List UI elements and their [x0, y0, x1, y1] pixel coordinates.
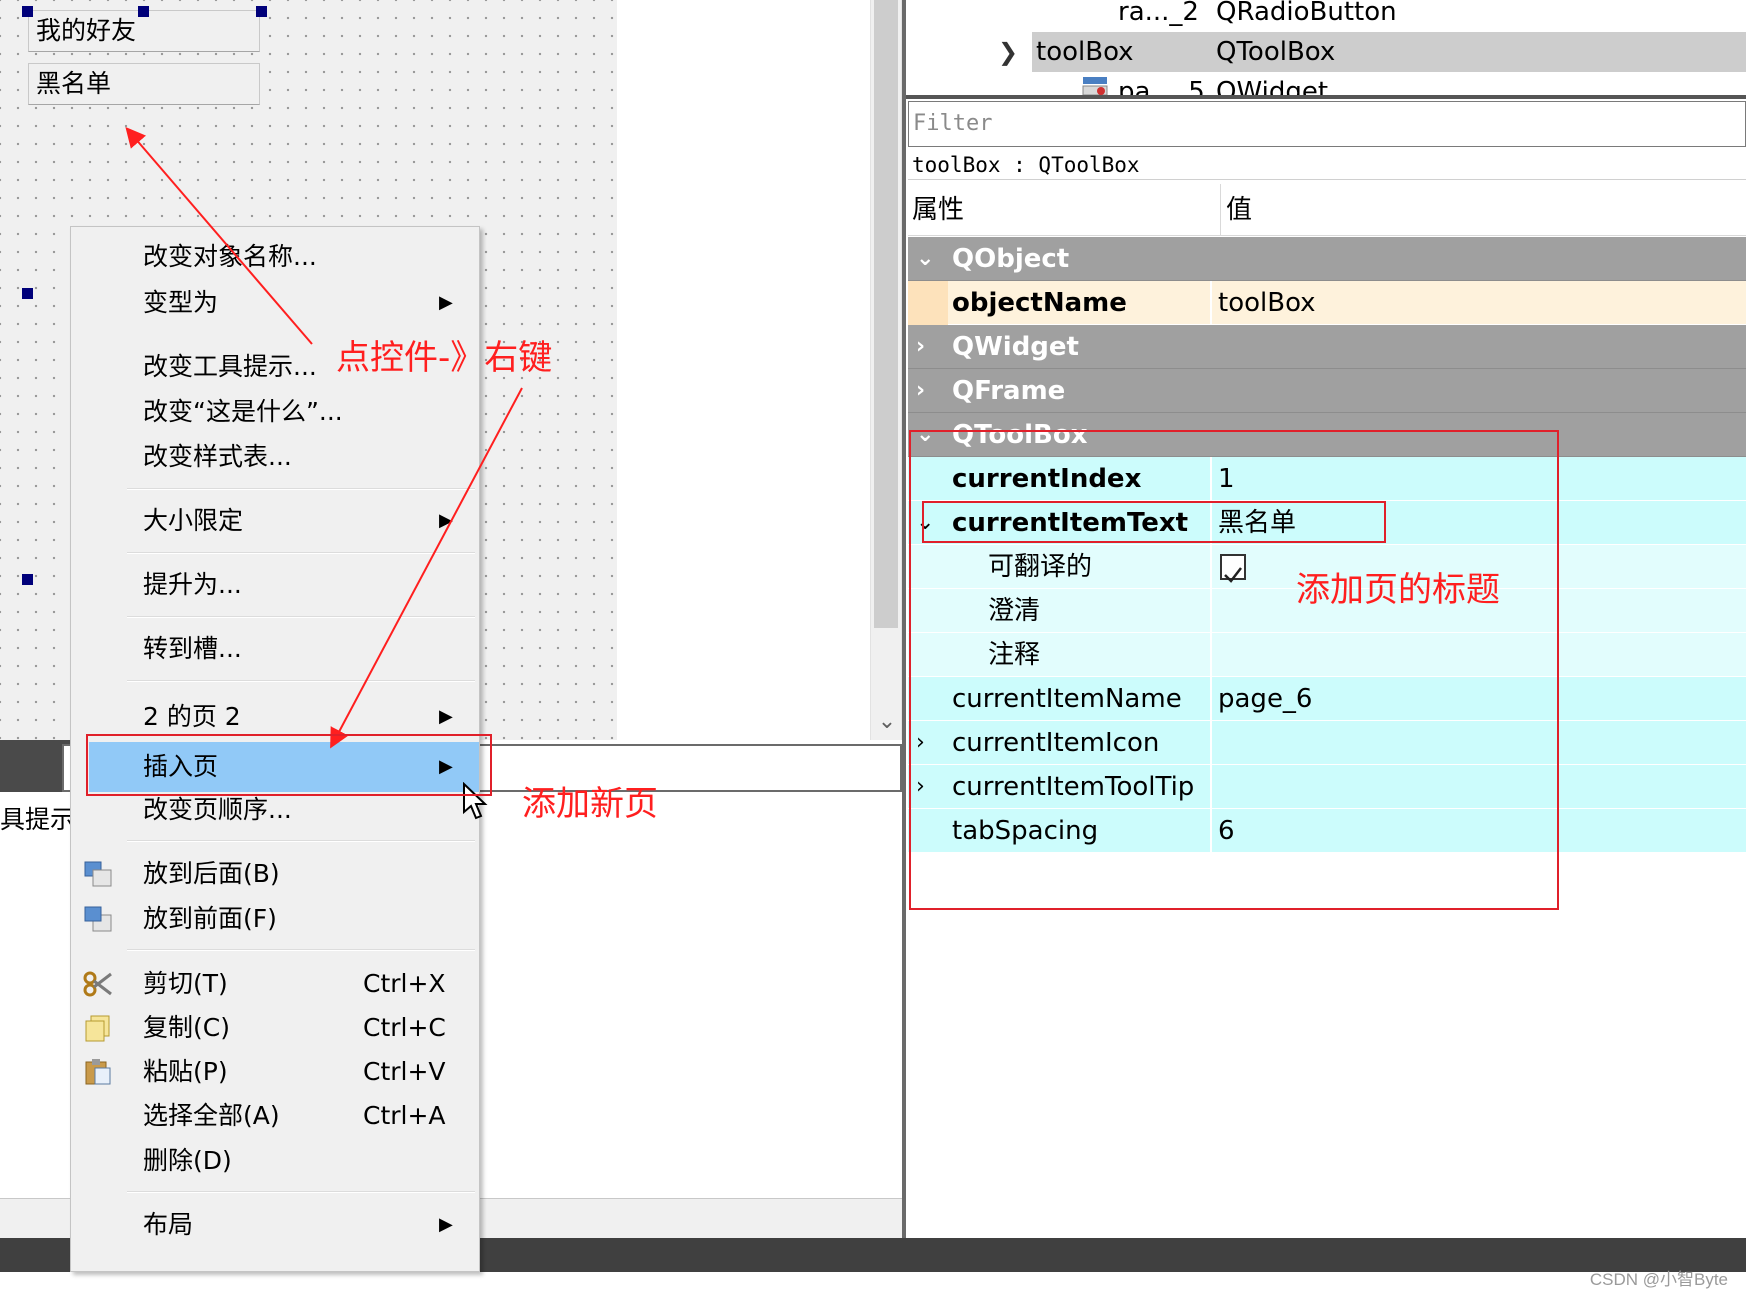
object-inspector-row[interactable]: ra..._2	[1118, 0, 1199, 32]
menu-item-paste[interactable]: 粘贴(P) Ctrl+V	[71, 1049, 479, 1095]
menu-item-label: 删除(D)	[143, 1146, 232, 1175]
menu-item-size-constraints[interactable]: 大小限定 ▶	[71, 498, 479, 544]
menu-item-change-object-name[interactable]: 改变对象名称...	[71, 234, 479, 280]
menu-separator	[127, 949, 475, 951]
menu-item-go-to-slot[interactable]: 转到槽...	[71, 626, 479, 672]
menu-item-promote-to[interactable]: 提升为...	[71, 562, 479, 608]
annotation-box-insert-page	[86, 734, 492, 796]
menu-item-label: 大小限定	[143, 506, 244, 535]
scissors-icon	[83, 971, 112, 997]
menu-item-label: 改变对象名称...	[143, 242, 317, 271]
watermark: CSDN @小智Byte	[1589, 1270, 1728, 1289]
menu-item-label: 变型为	[143, 288, 219, 317]
menu-item-select-all[interactable]: 选择全部(A) Ctrl+A	[71, 1093, 479, 1139]
menu-separator	[127, 488, 475, 490]
chevron-right-icon[interactable]: ›	[916, 369, 925, 413]
menu-item-copy[interactable]: 复制(C) Ctrl+C	[71, 1005, 479, 1051]
menu-item-label: 布局	[143, 1210, 194, 1239]
object-class: QToolBox	[1216, 37, 1336, 67]
selection-handle[interactable]	[138, 6, 149, 17]
bring-to-front-icon	[84, 906, 112, 932]
group-label: QFrame	[952, 376, 1066, 406]
chevron-right-icon: ▶	[439, 1214, 453, 1235]
vertical-scrollbar[interactable]: ⌄	[870, 0, 902, 740]
tooltip-label: 具提示	[0, 805, 76, 834]
menu-item-shortcut: Ctrl+C	[363, 1013, 446, 1042]
canvas-margin	[617, 0, 870, 740]
menu-separator	[127, 616, 475, 618]
menu-item-label: 转到槽...	[143, 634, 242, 663]
annotation-right-click: 点控件-》右键	[336, 338, 553, 378]
row-gutter	[908, 281, 948, 325]
object-inspector-selected-row[interactable]	[1032, 32, 1746, 72]
menu-separator	[127, 552, 475, 554]
send-to-back-icon	[84, 861, 112, 887]
group-qwidget[interactable]: › QWidget	[908, 325, 1746, 369]
menu-item-label: 选择全部(A)	[143, 1101, 280, 1130]
header-value[interactable]: 值	[1226, 184, 1252, 236]
menu-item-label: 粘贴(P)	[143, 1057, 228, 1086]
menu-item-morph-into[interactable]: 变型为 ▶	[71, 280, 479, 326]
group-label: QWidget	[952, 332, 1079, 362]
menu-item-label: 剪切(T)	[143, 969, 228, 998]
column-separator	[1210, 281, 1212, 325]
prop-name: objectName	[952, 288, 1127, 318]
scrollbar-thumb[interactable]	[874, 0, 898, 628]
chevron-right-icon[interactable]: ›	[916, 325, 925, 369]
selection-handle[interactable]	[22, 6, 33, 17]
property-table-header	[908, 184, 1746, 236]
menu-item-label: 改变“这是什么”...	[143, 397, 343, 426]
menu-item-label: 放到前面(F)	[143, 904, 277, 933]
header-property[interactable]: 属性	[912, 184, 964, 236]
menu-item-shortcut: Ctrl+V	[363, 1057, 446, 1086]
header-column-separator[interactable]	[1220, 184, 1221, 236]
menu-separator	[127, 840, 475, 842]
menu-item-label: 复制(C)	[143, 1013, 230, 1042]
menu-item-shortcut: Ctrl+X	[363, 969, 446, 998]
property-filter-input[interactable]: Filter	[908, 101, 1746, 147]
group-qframe[interactable]: › QFrame	[908, 369, 1746, 413]
menu-item-label: 提升为...	[143, 570, 242, 599]
prop-value[interactable]: toolBox	[1218, 281, 1316, 325]
menu-item-cut[interactable]: 剪切(T) Ctrl+X	[71, 961, 479, 1007]
menu-item-label: 改变样式表...	[143, 442, 292, 471]
selection-handle[interactable]	[256, 6, 267, 17]
menu-item-change-whats-this[interactable]: 改变“这是什么”...	[71, 389, 479, 435]
paste-icon	[85, 1059, 111, 1085]
chevron-down-icon[interactable]: ❯	[998, 32, 1018, 72]
page-footer	[0, 1272, 1746, 1293]
object-inspector-class: QRadioButton	[1216, 0, 1397, 27]
menu-item-delete[interactable]: 删除(D)	[71, 1138, 479, 1184]
menu-item-layout[interactable]: 布局 ▶	[71, 1202, 479, 1248]
current-object-label: toolBox : QToolBox	[908, 150, 1746, 180]
prop-row-objectname[interactable]: objectName toolBox	[908, 281, 1746, 325]
annotation-box-current-item-text	[922, 501, 1386, 543]
group-qobject[interactable]: ⌄ QObject	[908, 237, 1746, 281]
menu-separator	[127, 1191, 475, 1193]
selection-handle[interactable]	[22, 288, 33, 299]
widget-icon	[1082, 77, 1108, 96]
toolbox-page-button-blacklist[interactable]: 黑名单	[28, 63, 260, 105]
chevron-down-icon[interactable]: ⌄	[916, 237, 934, 281]
annotation-page-title: 添加页的标题	[1296, 570, 1500, 610]
menu-item-change-stylesheet[interactable]: 改变样式表...	[71, 434, 479, 480]
menu-separator	[127, 680, 475, 682]
object-name: ra..._2	[1118, 0, 1199, 27]
selection-handle[interactable]	[22, 574, 33, 585]
annotation-add-page: 添加新页	[522, 784, 658, 824]
menu-item-shortcut: Ctrl+A	[363, 1101, 446, 1130]
menu-item-bring-to-front[interactable]: 放到前面(F)	[71, 896, 479, 942]
menu-item-send-to-back[interactable]: 放到后面(B)	[71, 851, 479, 897]
menu-item-label: 放到后面(B)	[143, 859, 280, 888]
chevron-right-icon: ▶	[439, 292, 453, 313]
copy-icon	[85, 1015, 110, 1042]
object-name: toolBox	[1036, 37, 1134, 67]
group-label: QObject	[952, 244, 1070, 274]
chevron-right-icon: ▶	[439, 510, 453, 531]
menu-item-label: 改变工具提示...	[143, 352, 317, 381]
panel-border	[906, 95, 1746, 99]
scroll-down-icon[interactable]: ⌄	[873, 708, 901, 736]
